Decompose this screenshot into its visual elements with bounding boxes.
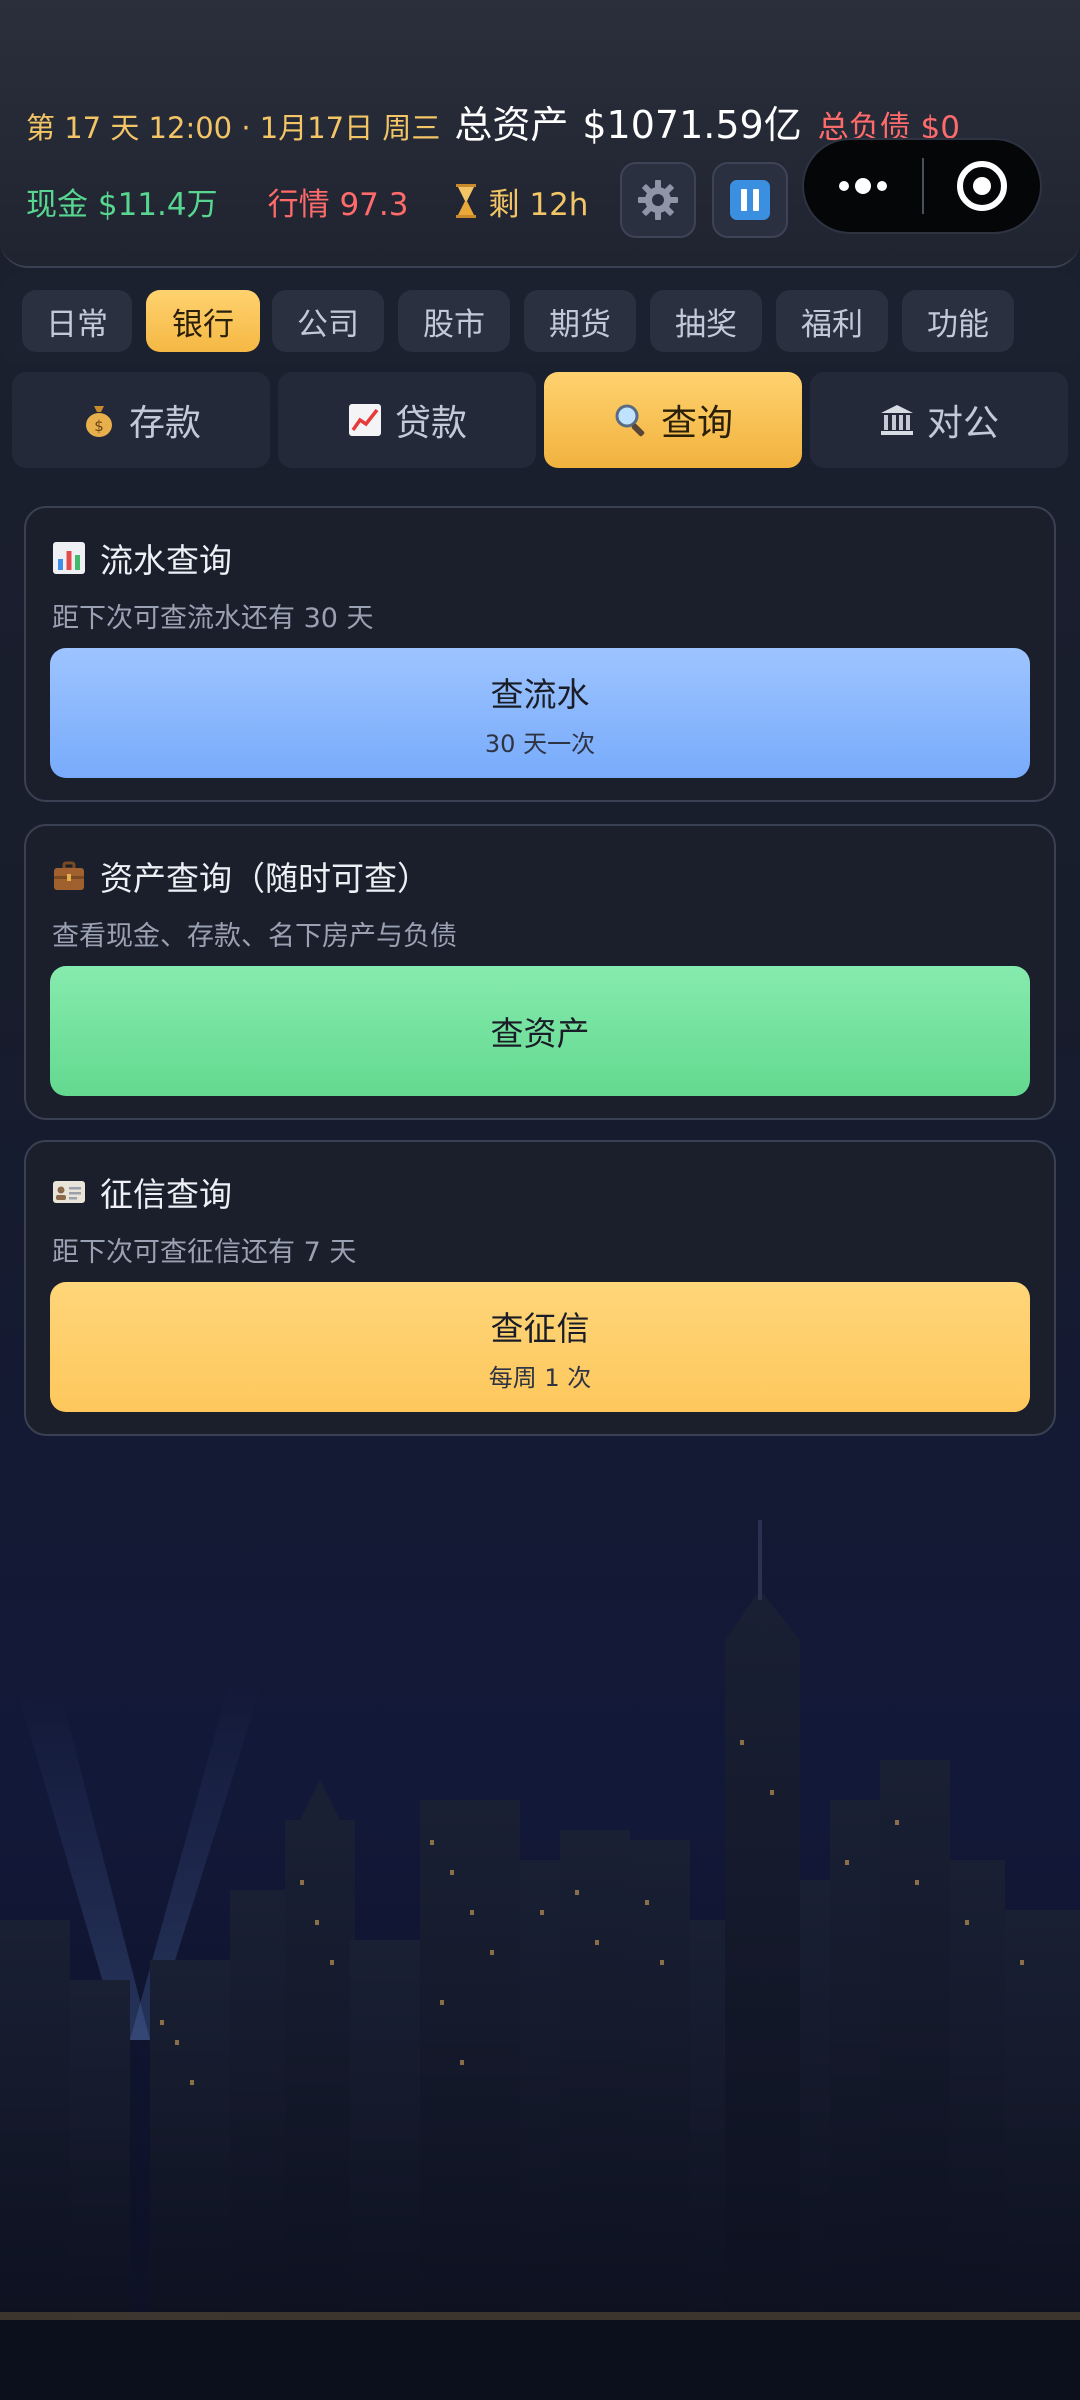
- header-status-row: 现金 $11.4万 行情 97.3 剩 12h: [26, 162, 588, 240]
- tab-functions[interactable]: 功能: [902, 290, 1014, 352]
- tab-daily[interactable]: 日常: [22, 290, 132, 352]
- card-title-row: 流水查询: [52, 534, 232, 582]
- gear-icon: [638, 180, 678, 220]
- subtab-deposit[interactable]: $ 存款: [12, 372, 270, 468]
- card-description: 距下次可查征信还有 7 天: [52, 1237, 357, 1268]
- bank-icon: [880, 405, 913, 435]
- card-description: 查看现金、存款、名下房产与负债: [52, 921, 457, 952]
- category-tab-bar: 日常 银行 公司 股市 期货 抽奖 福利 功能: [0, 272, 1080, 366]
- button-sublabel: 每周 1 次: [488, 1363, 592, 1392]
- total-assets-value: $1071.59亿: [582, 103, 802, 147]
- card-description: 距下次可查流水还有 30 天: [52, 603, 374, 634]
- tab-futures[interactable]: 期货: [524, 290, 636, 352]
- subtab-query[interactable]: 查询: [544, 372, 802, 468]
- subtab-corporate-label: 对公: [926, 403, 999, 444]
- game-day-time: 第 17 天 12:00 · 1月17日 周三: [26, 111, 441, 145]
- cash-value: 现金 $11.4万: [26, 186, 218, 223]
- check-assets-button[interactable]: 查资产: [50, 966, 1030, 1096]
- card-statement-query: 流水查询 距下次可查流水还有 30 天 查流水 30 天一次: [24, 506, 1056, 802]
- check-statement-button[interactable]: 查流水 30 天一次: [50, 648, 1030, 778]
- subtab-deposit-label: 存款: [128, 403, 201, 444]
- hourglass-icon: [455, 184, 476, 218]
- card-title: 资产查询（随时可查）: [100, 859, 430, 898]
- settings-button[interactable]: [620, 162, 696, 238]
- card-asset-query: 资产查询（随时可查） 查看现金、存款、名下房产与负债 查资产: [24, 824, 1056, 1120]
- status-header: 第 17 天 12:00 · 1月17日 周三 总资产 $1071.59亿 总负…: [0, 0, 1080, 268]
- header-stats-row: 第 17 天 12:00 · 1月17日 周三 总资产 $1071.59亿 总负…: [26, 94, 960, 149]
- check-credit-button[interactable]: 查征信 每周 1 次: [50, 1282, 1030, 1412]
- chart-up-icon: [348, 404, 381, 436]
- money-bag-icon: $: [85, 406, 112, 437]
- close-miniprogram-button[interactable]: [924, 161, 1040, 211]
- subtab-query-label: 查询: [660, 403, 733, 444]
- card-title-row: 征信查询: [52, 1168, 232, 1216]
- id-card-icon: [53, 1181, 85, 1203]
- tab-bank[interactable]: 银行: [146, 290, 260, 352]
- button-sublabel: 30 天一次: [484, 729, 596, 758]
- magnifier-icon: [615, 404, 645, 437]
- tab-stocks[interactable]: 股市: [398, 290, 510, 352]
- button-label: 查流水: [490, 674, 590, 714]
- more-options-button[interactable]: [804, 178, 922, 194]
- pause-icon: [730, 180, 770, 220]
- market-index: 行情 97.3: [267, 186, 409, 223]
- briefcase-icon: [54, 861, 84, 890]
- time-remaining: 剩 12h: [455, 179, 589, 224]
- tab-company[interactable]: 公司: [272, 290, 384, 352]
- time-remaining-text: 剩 12h: [488, 186, 589, 223]
- more-dots-icon: [839, 181, 849, 191]
- button-label: 查征信: [490, 1308, 590, 1348]
- pause-button[interactable]: [712, 162, 788, 238]
- target-close-icon: [957, 161, 1007, 211]
- card-title: 征信查询: [100, 1175, 232, 1214]
- miniprogram-capsule: [802, 138, 1042, 234]
- tab-lottery[interactable]: 抽奖: [650, 290, 762, 352]
- total-assets-label: 总资产: [454, 103, 569, 147]
- tab-welfare[interactable]: 福利: [776, 290, 888, 352]
- card-credit-query: 征信查询 距下次可查征信还有 7 天 查征信 每周 1 次: [24, 1140, 1056, 1436]
- button-label: 查资产: [490, 1014, 590, 1053]
- city-skyline-background: [0, 1520, 1080, 2400]
- bar-chart-icon: [53, 542, 85, 574]
- svg-text:$: $: [94, 417, 104, 435]
- subtab-corporate[interactable]: 对公: [810, 372, 1068, 468]
- card-title: 流水查询: [100, 541, 232, 580]
- subtab-loan-label: 贷款: [394, 403, 467, 444]
- card-title-row: 资产查询（随时可查）: [52, 852, 430, 900]
- subtab-loan[interactable]: 贷款: [278, 372, 536, 468]
